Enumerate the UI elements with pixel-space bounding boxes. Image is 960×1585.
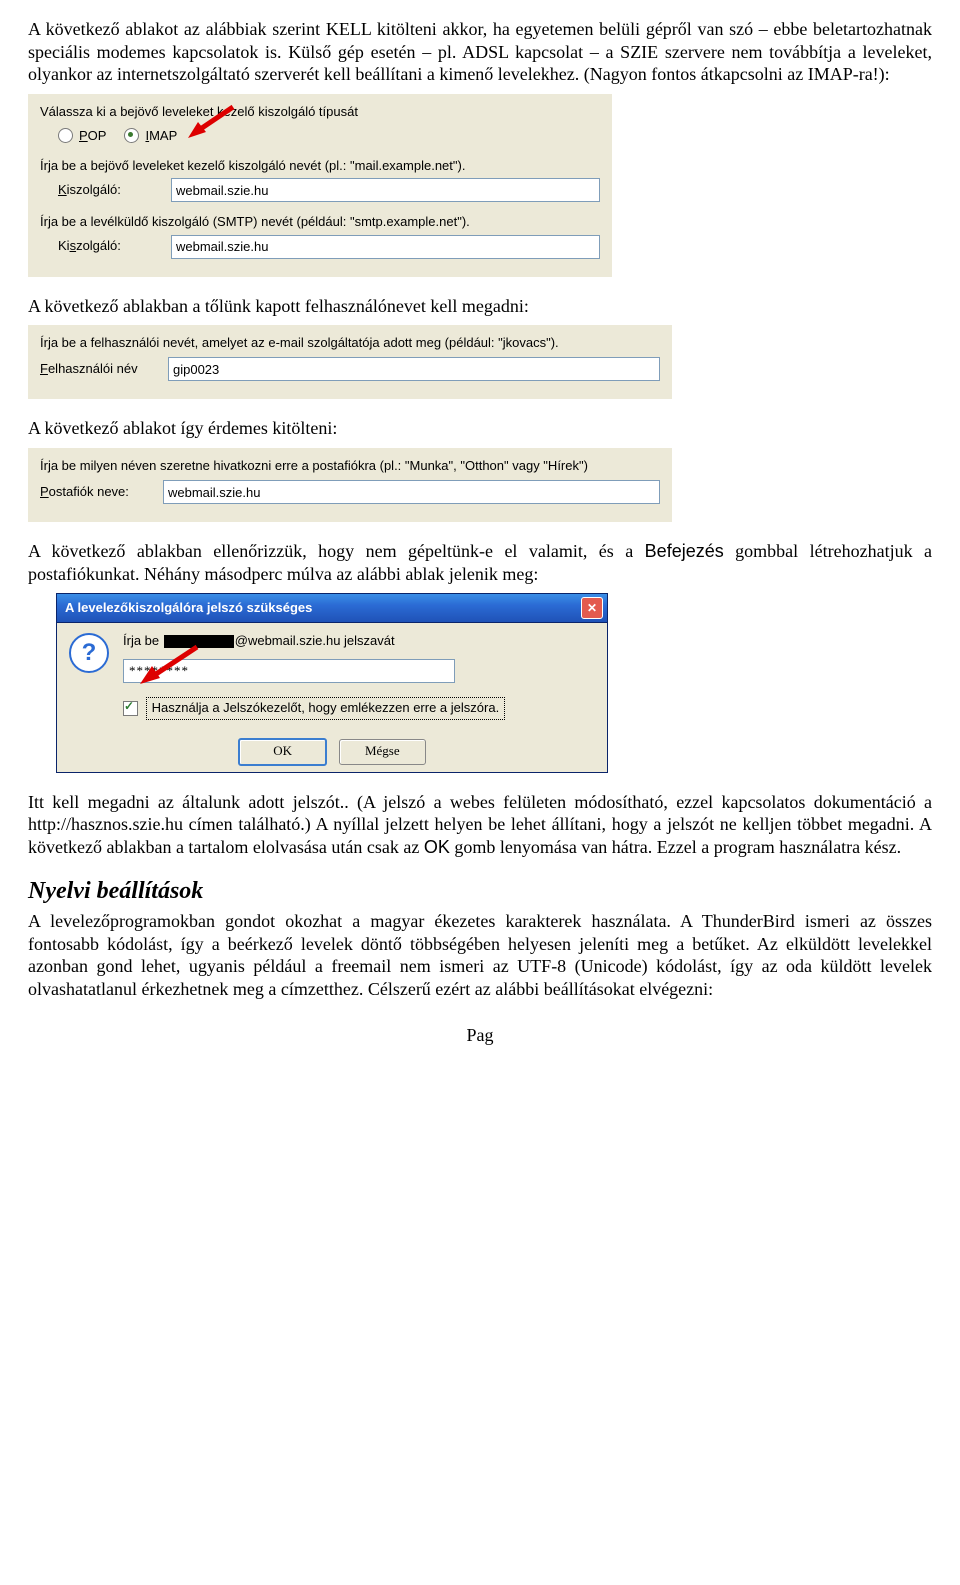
panel3-hint: Írja be milyen néven szeretne hivatkozni… bbox=[40, 458, 660, 474]
question-icon: ? bbox=[69, 633, 109, 673]
wizard-panel-mailbox-name: Írja be milyen néven szeretne hivatkozni… bbox=[28, 448, 672, 522]
redacted-username bbox=[164, 635, 234, 648]
server2-label-pre: Ki bbox=[58, 238, 70, 253]
server1-hotkey: K bbox=[58, 182, 67, 197]
paragraph-3: A következő ablakot így érdemes kitölten… bbox=[28, 417, 932, 440]
befejezes-keyword: Befejezés bbox=[645, 541, 724, 561]
pop-label: OP bbox=[88, 128, 107, 143]
username-hotkey: F bbox=[40, 361, 48, 376]
panel2-hint: Írja be a felhasználói nevét, amelyet az… bbox=[40, 335, 660, 351]
prompt-pre: Írja be bbox=[123, 633, 163, 648]
paragraph-6: A levelezőprogramokban gondot okozhat a … bbox=[28, 910, 932, 1000]
ok-keyword: OK bbox=[424, 837, 450, 857]
page-marker: Pag bbox=[28, 1024, 932, 1047]
radio-pop-wrap[interactable]: POP bbox=[58, 128, 106, 144]
prompt-post: @webmail.szie.hu jelszavát bbox=[235, 633, 395, 648]
smtp-server-input[interactable] bbox=[171, 235, 600, 259]
dialog-title: A levelezőkiszolgálóra jelszó szükséges bbox=[65, 600, 312, 616]
pop-hotkey: P bbox=[79, 128, 88, 143]
heading-language-settings: Nyelvi beállítások bbox=[28, 876, 932, 906]
wizard-panel-username: Írja be a felhasználói nevét, amelyet az… bbox=[28, 325, 672, 399]
password-prompt: Írja be @webmail.szie.hu jelszavát bbox=[123, 633, 595, 649]
ok-button[interactable]: OK bbox=[238, 738, 327, 766]
radio-pop[interactable] bbox=[58, 128, 73, 143]
paragraph-2: A következő ablakban a tőlünk kapott fel… bbox=[28, 295, 932, 318]
incoming-server-hint: Írja be a bejövő leveleket kezelő kiszol… bbox=[40, 158, 600, 174]
paragraph-4: A következő ablakban ellenőrizzük, hogy … bbox=[28, 540, 932, 585]
paragraph-1: A következő ablakot az alábbiak szerint … bbox=[28, 18, 932, 86]
cancel-button[interactable]: Mégse bbox=[339, 739, 426, 765]
dialog-titlebar: A levelezőkiszolgálóra jelszó szükséges … bbox=[57, 594, 607, 623]
paragraph-5: Itt kell megadni az általunk adott jelsz… bbox=[28, 791, 932, 859]
radio-imap-wrap[interactable]: IMAP bbox=[124, 128, 177, 144]
para5b: gomb lenyomása van hátra. Ezzel a progra… bbox=[450, 837, 901, 857]
username-label: elhasználói név bbox=[48, 361, 138, 376]
para4a: A következő ablakban ellenőrizzük, hogy … bbox=[28, 541, 645, 561]
imap-label: MAP bbox=[149, 128, 177, 143]
server2-label-post: zolgáló: bbox=[76, 238, 121, 253]
mailbox-label: ostafiók neve: bbox=[49, 484, 129, 499]
close-icon[interactable]: ✕ bbox=[581, 597, 603, 619]
smtp-server-hint: Írja be a levélküldő kiszolgáló (SMTP) n… bbox=[40, 214, 600, 230]
radio-imap[interactable] bbox=[124, 128, 139, 143]
wizard-panel-server-type: Válassza ki a bejövő leveleket kezelő ki… bbox=[28, 94, 612, 277]
remember-password-checkbox[interactable] bbox=[123, 701, 138, 716]
mailbox-name-input[interactable] bbox=[163, 480, 660, 504]
server1-label: iszolgáló: bbox=[67, 182, 121, 197]
password-dialog: A levelezőkiszolgálóra jelszó szükséges … bbox=[56, 593, 608, 773]
incoming-server-input[interactable] bbox=[171, 178, 600, 202]
username-input[interactable] bbox=[168, 357, 660, 381]
password-input[interactable] bbox=[123, 659, 455, 683]
mailbox-hotkey: P bbox=[40, 484, 49, 499]
panel1-heading: Válassza ki a bejövő leveleket kezelő ki… bbox=[40, 104, 600, 120]
remember-password-label: Használja a Jelszókezelőt, hogy emlékezz… bbox=[146, 697, 506, 719]
